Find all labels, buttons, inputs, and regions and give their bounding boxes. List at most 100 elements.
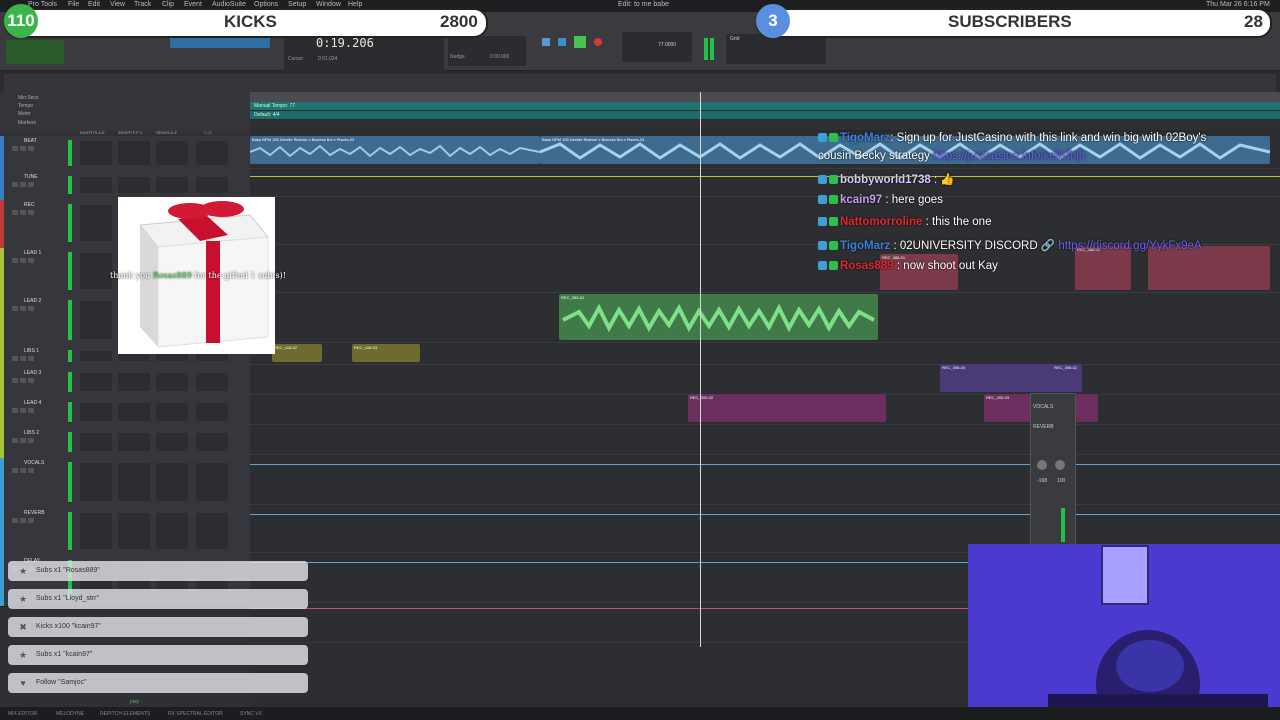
menu-setup[interactable]: Setup <box>288 1 306 8</box>
track-name[interactable]: LEAD 2 <box>24 298 41 304</box>
insert-slot[interactable] <box>118 433 150 451</box>
mute-button[interactable] <box>20 408 26 413</box>
menu-edit[interactable]: Edit <box>88 1 100 8</box>
insert-slot[interactable] <box>196 177 228 193</box>
meter-ruler[interactable]: Default: 4/4 <box>250 111 1280 119</box>
track-row[interactable]: VOCALS <box>0 458 250 509</box>
lane-lead2[interactable]: REC_383-02 <box>250 292 1280 343</box>
track-row[interactable]: BEAT <box>0 136 250 173</box>
timeline-ruler[interactable] <box>250 92 1280 102</box>
mute-button[interactable] <box>20 210 26 215</box>
mute-button[interactable] <box>20 146 26 151</box>
insert-slot[interactable] <box>156 463 188 501</box>
play-button[interactable] <box>574 36 586 48</box>
chat-link[interactable]: https://justcasino.info/kelisfhjh <box>933 150 1085 162</box>
insert-slot[interactable] <box>80 351 112 361</box>
insert-slot[interactable] <box>80 513 112 549</box>
rec-button[interactable] <box>28 408 34 413</box>
clip-lead1-c[interactable] <box>1148 246 1270 290</box>
marker-ruler[interactable] <box>250 120 1280 130</box>
mute-button[interactable] <box>20 356 26 361</box>
insert-slot[interactable] <box>80 463 112 501</box>
track-name[interactable]: VOCALS <box>24 460 44 466</box>
clip-libs1-b[interactable]: REC_418-03 <box>352 344 420 362</box>
track-name[interactable]: REVERB <box>24 510 45 516</box>
clip-lead4-a[interactable]: REC_400-02 <box>688 394 886 422</box>
insert-slot[interactable] <box>80 177 112 193</box>
insert-slot[interactable] <box>156 141 188 165</box>
track-row[interactable]: LEAD 3 <box>0 368 250 399</box>
rec-button[interactable] <box>28 146 34 151</box>
track-name[interactable]: TUNE <box>24 174 38 180</box>
track-row[interactable]: LIBS 2 <box>0 428 250 459</box>
insert-slot[interactable] <box>80 433 112 451</box>
solo-button[interactable] <box>12 306 18 311</box>
menu-event[interactable]: Event <box>184 1 202 8</box>
solo-button[interactable] <box>12 210 18 215</box>
menu-file[interactable]: File <box>68 1 79 8</box>
chat-username[interactable]: TigoMarz <box>840 240 890 252</box>
solo-button[interactable] <box>12 438 18 443</box>
mute-button[interactable] <box>20 306 26 311</box>
loop-button[interactable] <box>542 38 550 46</box>
insert-slot[interactable] <box>80 301 112 339</box>
solo-button[interactable] <box>12 378 18 383</box>
chat-username[interactable]: kcain97 <box>840 194 882 206</box>
mute-button[interactable] <box>20 468 26 473</box>
track-row[interactable]: REVERB <box>0 508 250 557</box>
lane-libs2[interactable] <box>250 424 1280 455</box>
edit-mode-buttons[interactable] <box>6 40 64 64</box>
insert-slot[interactable] <box>118 373 150 391</box>
insert-slot[interactable] <box>80 373 112 391</box>
insert-slot[interactable] <box>156 433 188 451</box>
insert-slot[interactable] <box>156 177 188 193</box>
mute-button[interactable] <box>20 518 26 523</box>
menu-audiosuite[interactable]: AudioSuite <box>212 1 246 8</box>
track-name[interactable]: LEAD 4 <box>24 400 41 406</box>
track-name[interactable]: LEAD 3 <box>24 370 41 376</box>
solo-button[interactable] <box>12 518 18 523</box>
insert-slot[interactable] <box>156 513 188 549</box>
rec-button[interactable] <box>28 356 34 361</box>
tempo-ruler[interactable]: Manual Tempo: 77 <box>250 102 1280 110</box>
chat-link[interactable]: https://discord.gg/YykFx9eA <box>1058 240 1201 252</box>
insert-slot[interactable] <box>80 403 112 421</box>
lane-tune[interactable] <box>250 168 1280 197</box>
rec-button[interactable] <box>28 258 34 263</box>
clip-lead1-b[interactable]: REC_386-02 <box>1075 246 1131 290</box>
menu-clip[interactable]: Clip <box>162 1 174 8</box>
insert-slot[interactable] <box>196 141 228 165</box>
bottom-item-repitch[interactable]: REPITCH ELEMENTS <box>100 711 150 717</box>
insert-slot[interactable] <box>118 403 150 421</box>
lane-lead4[interactable]: REC_400-02 REC_400-03 <box>250 394 1280 425</box>
insert-slot[interactable] <box>80 253 112 289</box>
lane-vocals[interactable] <box>250 454 1280 505</box>
solo-button[interactable] <box>12 182 18 187</box>
solo-button[interactable] <box>12 146 18 151</box>
insert-slot[interactable] <box>118 141 150 165</box>
rec-button[interactable] <box>28 210 34 215</box>
chat-username[interactable]: Nattomorroline <box>840 216 922 228</box>
insert-slot[interactable] <box>156 373 188 391</box>
bottom-item-melodyne[interactable]: MELODYNE <box>56 711 84 717</box>
chat-username[interactable]: bobbyworld1738 <box>840 174 931 186</box>
track-name[interactable]: LIBS 2 <box>24 430 39 436</box>
insert-slot[interactable] <box>118 513 150 549</box>
bottom-item-sync[interactable]: SYNC VX <box>240 711 262 717</box>
stop-button[interactable] <box>558 38 566 46</box>
rec-button[interactable] <box>28 306 34 311</box>
rec-button[interactable] <box>28 378 34 383</box>
insert-slot[interactable] <box>80 205 112 241</box>
track-name[interactable]: BEAT <box>24 138 37 144</box>
mute-button[interactable] <box>20 378 26 383</box>
chat-username[interactable]: Rosas889 <box>840 260 894 272</box>
record-button[interactable] <box>594 38 602 46</box>
rec-button[interactable] <box>28 468 34 473</box>
chat-username[interactable]: TigoMarz <box>840 132 890 144</box>
lane-libs1[interactable]: REC_418-02 REC_418-03 <box>250 342 1280 365</box>
menu-app[interactable]: Pro Tools <box>28 1 57 8</box>
solo-button[interactable] <box>12 408 18 413</box>
solo-button[interactable] <box>12 258 18 263</box>
pan-knob-right[interactable] <box>1055 460 1065 470</box>
clip-lead3[interactable]: REC_396-03 REC_396-02 <box>940 364 1082 392</box>
